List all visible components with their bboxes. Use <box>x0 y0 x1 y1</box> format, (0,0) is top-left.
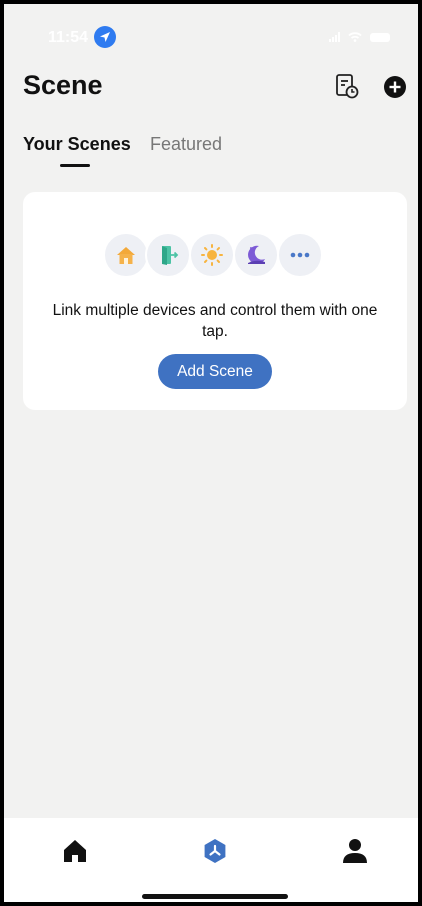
scene-log-button[interactable] <box>332 72 360 100</box>
scene-icons-row <box>103 232 333 278</box>
home-icon <box>103 232 149 278</box>
plus-circle-icon <box>384 76 406 98</box>
page-title: Scene <box>23 70 103 100</box>
bottom-tab-bar <box>4 818 418 902</box>
battery-icon <box>370 32 390 42</box>
profile-tab[interactable] <box>338 834 372 868</box>
status-time: 11:54 <box>48 29 89 46</box>
empty-scenes-card: Link multiple devices and control them w… <box>23 192 407 410</box>
scene-tab[interactable] <box>198 834 232 868</box>
signal-icon <box>329 32 340 42</box>
active-tab-indicator <box>60 164 90 167</box>
location-arrow-icon <box>94 26 116 48</box>
tab-featured[interactable]: Featured <box>150 134 222 155</box>
sun-icon <box>189 232 235 278</box>
home-indicator <box>142 894 288 899</box>
more-icon <box>277 232 323 278</box>
home-icon <box>64 840 86 862</box>
log-schedule-icon <box>336 74 359 99</box>
home-tab[interactable] <box>58 834 92 868</box>
tab-your-scenes[interactable]: Your Scenes <box>23 134 131 155</box>
wifi-icon <box>348 32 362 42</box>
status-bar: 11:54 <box>4 4 418 56</box>
profile-icon <box>343 839 367 863</box>
scene-hexagon-icon <box>204 839 226 863</box>
moon-sleep-icon <box>233 232 279 278</box>
empty-state-message: Link multiple devices and control them w… <box>52 302 378 340</box>
scene-screen: 11:54 Scene Your Scenes Featured Link mu… <box>4 4 418 902</box>
door-exit-icon <box>145 232 191 278</box>
add-scene-button[interactable]: Add Scene <box>158 354 272 389</box>
add-scene-header-button[interactable] <box>382 72 410 100</box>
status-indicators <box>329 32 390 42</box>
